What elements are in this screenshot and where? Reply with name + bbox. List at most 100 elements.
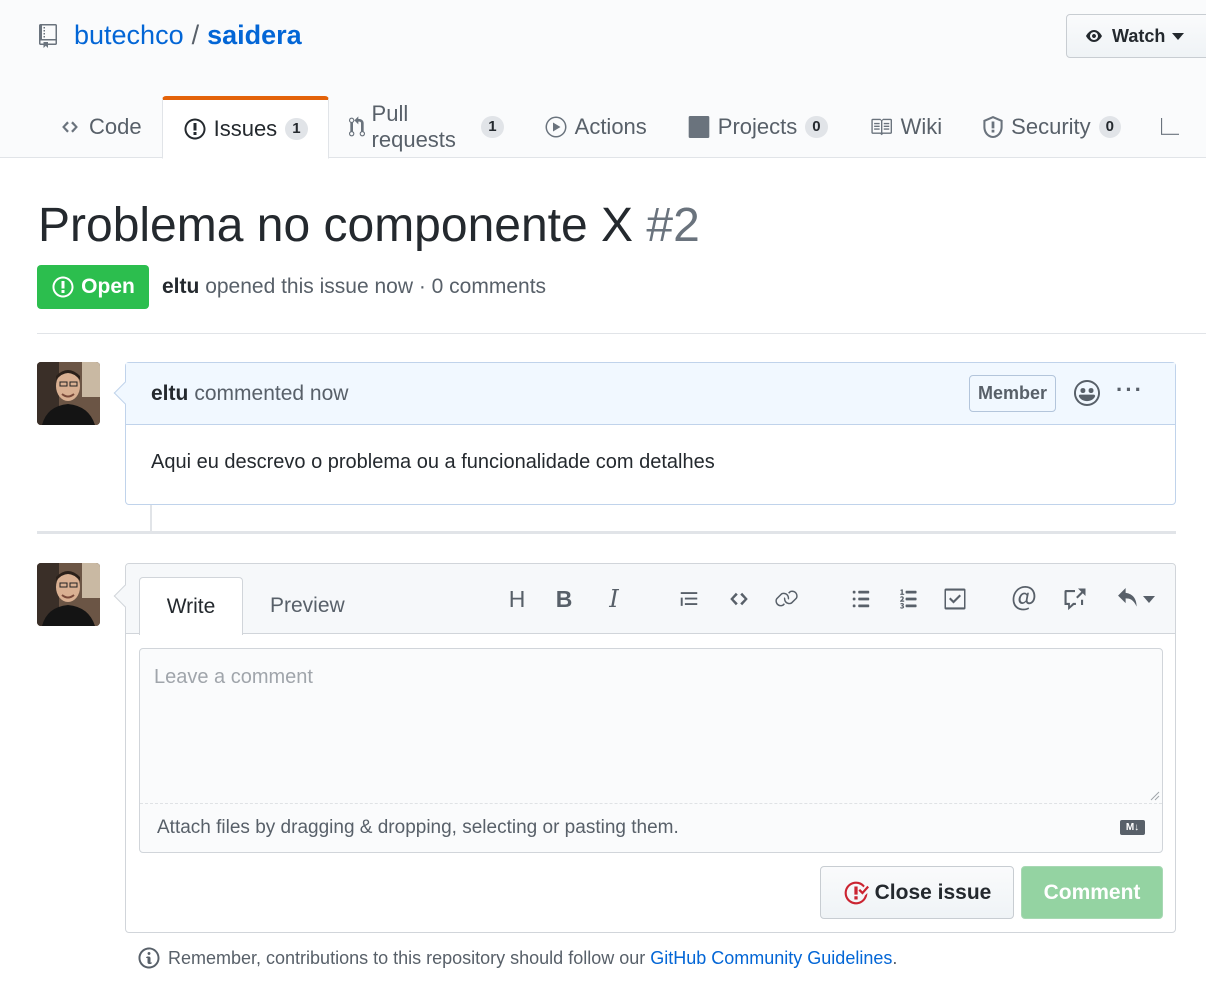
code-icon <box>730 592 748 606</box>
comment-body: Aqui eu descrevo o problema ou a funcion… <box>151 451 715 473</box>
issue-closed-icon <box>844 881 869 904</box>
tab-issues[interactable]: Issues 1 <box>161 96 329 159</box>
composer-toolbar: Write Preview H B I <box>126 564 1175 635</box>
repo-nav: Code Issues 1 Pull requests 1 Actions Pr… <box>38 96 1206 159</box>
quote-icon <box>679 588 698 606</box>
avatar[interactable] <box>37 362 100 425</box>
tab-pull-requests-label: Pull requests <box>371 101 456 152</box>
comment-button[interactable]: Comment <box>1021 866 1163 919</box>
unordered-list-button[interactable] <box>846 584 876 614</box>
comment-author-link[interactable]: eltu <box>151 382 188 406</box>
italic-icon: I <box>609 585 619 613</box>
repo-icon <box>39 23 57 48</box>
repo-header: butechco / saidera Watch Code Issues 1 P… <box>0 0 1206 159</box>
smiley-icon[interactable] <box>1074 380 1100 406</box>
comment-composer: Write Preview H B I Leave a comment Atta… <box>113 563 1176 933</box>
repo-name-link[interactable]: saidera <box>207 20 302 51</box>
comment-header: eltu commented now Member ··· <box>113 363 1175 425</box>
file-attach-area[interactable]: Attach files by dragging & dropping, sel… <box>140 804 1162 852</box>
project-icon <box>688 116 710 138</box>
comment-timestamp[interactable]: commented now <box>194 382 348 406</box>
comment-arrow <box>113 381 137 405</box>
play-icon <box>545 116 567 138</box>
reply-icon <box>1118 588 1137 607</box>
checklist-icon <box>944 588 966 610</box>
timeline-line <box>150 505 152 532</box>
tab-wiki-label: Wiki <box>900 114 943 139</box>
bold-button[interactable]: B <box>549 584 579 614</box>
info-icon <box>138 947 160 969</box>
issue-number: #2 <box>646 199 700 252</box>
issues-counter: 1 <box>285 118 308 140</box>
tab-code-label: Code <box>89 114 142 139</box>
issue-meta-text: opened this issue now · 0 comments <box>205 275 547 298</box>
cross-reference-icon <box>1064 588 1086 611</box>
tab-pull-requests[interactable]: Pull requests 1 <box>329 96 524 158</box>
close-issue-label: Close issue <box>874 880 992 904</box>
issue-opened-icon <box>184 118 206 140</box>
issue-title-text: Problema no componente X <box>38 199 634 252</box>
pull-requests-counter: 1 <box>481 116 504 138</box>
graph-icon <box>1161 118 1179 135</box>
tab-projects[interactable]: Projects 0 <box>667 96 848 158</box>
tab-code[interactable]: Code <box>38 96 162 158</box>
tab-actions-label: Actions <box>574 114 647 139</box>
tab-projects-label: Projects <box>717 114 798 139</box>
tab-actions[interactable]: Actions <box>524 96 667 158</box>
tab-insights[interactable] <box>1141 96 1206 158</box>
header-divider <box>37 333 1206 334</box>
heading-button[interactable]: H <box>502 584 532 614</box>
preview-tab[interactable]: Preview <box>270 594 345 618</box>
shield-icon <box>983 116 1003 138</box>
mention-button[interactable] <box>1009 584 1039 614</box>
link-icon <box>775 590 798 607</box>
issue-comment: eltu commented now Member ··· Aqui eu de… <box>113 362 1176 505</box>
markdown-icon[interactable]: M↓ <box>1120 820 1145 835</box>
saved-replies-button[interactable] <box>1111 584 1159 614</box>
italic-button[interactable]: I <box>599 584 629 614</box>
projects-counter: 0 <box>805 116 828 138</box>
notice-text: Remember, contributions to this reposito… <box>168 947 646 968</box>
watch-label: Watch <box>1112 25 1166 46</box>
code-button[interactable] <box>724 584 754 614</box>
link-button[interactable] <box>771 584 801 614</box>
community-guidelines-link[interactable]: GitHub Community Guidelines <box>650 948 892 969</box>
watch-button[interactable]: Watch <box>1066 14 1206 58</box>
issue-state-label: Open <box>81 275 135 298</box>
tab-security[interactable]: Security 0 <box>962 96 1141 158</box>
tab-security-label: Security <box>1011 114 1091 139</box>
issue-opened-icon <box>52 276 74 298</box>
repo-owner-link[interactable]: butechco <box>74 20 184 51</box>
avatar-image <box>37 362 100 425</box>
tab-issues-label: Issues <box>213 116 278 141</box>
issue-meta: eltu opened this issue now · 0 comments <box>162 275 546 299</box>
comment-editor[interactable]: Leave a comment Attach files by dragging… <box>139 648 1163 853</box>
list-ordered-icon <box>900 589 917 609</box>
tab-wiki[interactable]: Wiki <box>848 96 963 158</box>
issue-author-link[interactable]: eltu <box>162 275 199 298</box>
timeline-divider <box>37 531 1176 534</box>
reference-button[interactable] <box>1060 584 1090 614</box>
quote-button[interactable] <box>674 584 704 614</box>
kebab-menu-icon[interactable]: ··· <box>1116 377 1144 403</box>
list-unordered-icon <box>852 590 870 608</box>
comment-placeholder: Leave a comment <box>154 666 313 688</box>
member-badge: Member <box>969 375 1056 412</box>
close-issue-button[interactable]: Close issue <box>820 866 1014 919</box>
chevron-down-icon <box>1172 32 1185 40</box>
git-pull-request-icon <box>348 116 365 137</box>
resize-handle-icon[interactable] <box>1148 789 1160 801</box>
comment-textarea[interactable]: Leave a comment <box>140 649 1162 804</box>
write-tab[interactable]: Write <box>139 577 243 635</box>
mention-icon <box>1012 586 1036 611</box>
attach-text: Attach files by dragging & dropping, sel… <box>157 817 679 838</box>
task-list-button[interactable] <box>940 584 970 614</box>
ordered-list-button[interactable] <box>894 584 924 614</box>
eye-icon <box>1086 30 1102 42</box>
repo-breadcrumb: butechco / saidera <box>38 20 302 51</box>
issue-title: Problema no componente X #2 <box>38 198 700 253</box>
bold-icon: B <box>555 585 573 612</box>
composer-avatar[interactable] <box>37 563 100 626</box>
chevron-down-icon <box>1143 595 1155 603</box>
book-icon <box>871 118 892 136</box>
